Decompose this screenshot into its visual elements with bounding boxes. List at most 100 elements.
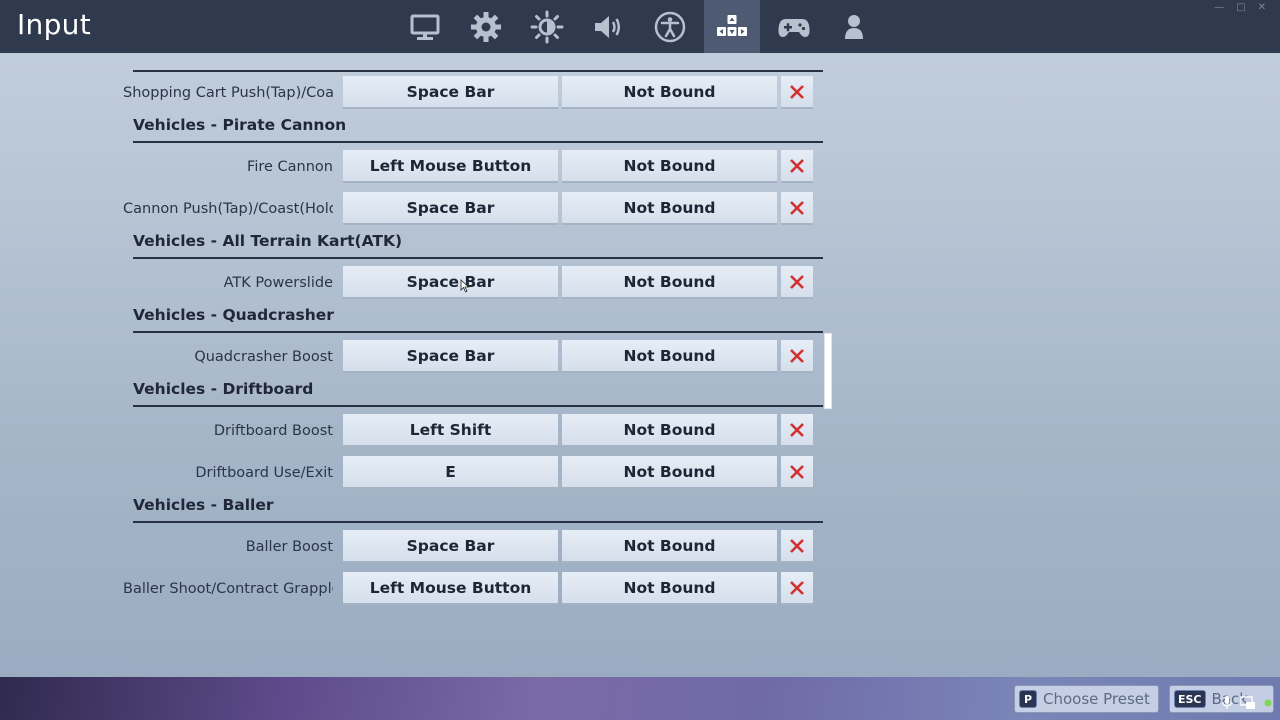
secondary-binding-button[interactable]: Not Bound [562,414,777,447]
tab-brightness[interactable] [519,0,575,53]
clear-binding-button[interactable] [781,340,813,373]
primary-binding-button[interactable]: Space Bar [343,266,558,299]
close-window-button[interactable]: ✕ [1258,2,1266,13]
binding-label: Driftboard Use/Exit [195,465,333,481]
close-icon [790,200,804,215]
secondary-binding-button[interactable]: Not Bound [562,76,777,109]
primary-binding-button[interactable]: Space Bar [343,340,558,373]
binding-label: Cannon Push(Tap)/Coast(Hold) [123,201,333,217]
tab-accessibility[interactable] [642,0,698,53]
binding-row: Fire Cannon Left Mouse Button Not Bound [0,150,1280,184]
overlay-icons [1222,696,1272,710]
close-icon [790,464,804,479]
window-controls: — □ ✕ [1214,2,1266,13]
primary-binding-button[interactable]: Space Bar [343,76,558,109]
gamepad-icon [778,18,810,37]
top-bar: Input — □ ✕ [0,0,1280,53]
minimize-button[interactable]: — [1214,2,1224,13]
clear-binding-button[interactable] [781,76,813,109]
monitor-icon [410,14,440,40]
section-header: Vehicles - Pirate Cannon [133,116,823,152]
binding-row: Baller Boost Space Bar Not Bound [0,530,1280,564]
binding-row: ATK Powerslide Space Bar Not Bound [0,266,1280,300]
gear-icon [471,11,501,42]
divider [133,405,823,407]
close-icon [790,158,804,173]
keyboard-keys-icon [717,14,747,36]
binding-label: Driftboard Boost [213,423,333,439]
divider [133,141,823,143]
secondary-binding-button[interactable]: Not Bound [562,530,777,563]
mouse-cursor-icon [460,279,470,293]
close-icon [790,348,804,363]
primary-binding-button[interactable]: Left Mouse Button [343,150,558,183]
accessibility-icon [654,11,686,42]
section-title: Vehicles - Quadcrasher [133,306,334,324]
section-title: Vehicles - Driftboard [133,380,314,398]
secondary-binding-button[interactable]: Not Bound [562,572,777,605]
binding-label: Fire Cannon [247,159,333,175]
section-header: Vehicles - Quadcrasher [133,306,823,342]
clear-binding-button[interactable] [781,192,813,225]
divider [133,257,823,259]
primary-binding-button[interactable]: Space Bar [343,192,558,225]
clear-binding-button[interactable] [781,266,813,299]
person-icon [845,14,863,39]
secondary-binding-button[interactable]: Not Bound [562,456,777,489]
section-header: Vehicles - Driftboard [133,380,823,416]
clear-binding-button[interactable] [781,414,813,447]
sun-icon [530,10,564,43]
binding-row: Quadcrasher Boost Space Bar Not Bound [0,340,1280,374]
tab-game[interactable] [458,0,514,53]
binding-row: Shopping Cart Push(Tap)/Coas Space Bar N… [0,76,1280,110]
primary-binding-button[interactable]: E [343,456,558,489]
divider [133,331,823,333]
binding-row: Baller Shoot/Contract Grapple Left Mouse… [0,572,1280,606]
primary-binding-button[interactable]: Space Bar [343,530,558,563]
binding-row: Driftboard Boost Left Shift Not Bound [0,414,1280,448]
choose-preset-label: Choose Preset [1043,690,1150,708]
secondary-binding-button[interactable]: Not Bound [562,150,777,183]
secondary-binding-button[interactable]: Not Bound [562,192,777,225]
close-icon [790,538,804,553]
binding-label: Baller Shoot/Contract Grapple [123,581,333,597]
close-icon [790,274,804,289]
secondary-binding-button[interactable]: Not Bound [562,340,777,373]
tab-controller[interactable] [766,0,822,53]
tab-input[interactable] [704,0,760,53]
secondary-binding-button[interactable]: Not Bound [562,266,777,299]
section-title: Vehicles - Pirate Cannon [133,116,347,134]
scrollbar-thumb[interactable] [824,333,832,409]
divider [133,521,823,523]
clear-binding-button[interactable] [781,530,813,563]
binding-label: Quadcrasher Boost [194,349,333,365]
microphone-icon [1222,696,1232,709]
tab-display[interactable] [397,0,453,53]
section-header: Vehicles - All Terrain Kart(ATK) [133,232,823,268]
divider [133,70,823,72]
screen-share-icon [1240,696,1255,709]
close-icon [790,580,804,595]
primary-binding-button[interactable]: Left Shift [343,414,558,447]
binding-row: Driftboard Use/Exit E Not Bound [0,456,1280,490]
binding-row: Cannon Push(Tap)/Coast(Hold) Space Bar N… [0,192,1280,226]
section-header: Vehicles - Baller [133,496,823,532]
close-icon [790,422,804,437]
primary-binding-button[interactable]: Left Mouse Button [343,572,558,605]
tab-audio[interactable] [580,0,636,53]
bottom-bar: P Choose Preset ESC Back [0,677,1280,720]
key-badge: P [1019,690,1037,708]
choose-preset-button[interactable]: P Choose Preset [1014,685,1159,713]
maximize-button[interactable]: □ [1236,2,1245,13]
section-title: Vehicles - Baller [133,496,274,514]
tab-account[interactable] [826,0,882,53]
clear-binding-button[interactable] [781,456,813,489]
binding-label: ATK Powerslide [223,275,333,291]
status-dot-icon [1264,699,1272,707]
clear-binding-button[interactable] [781,150,813,183]
binding-label: Baller Boost [245,539,333,555]
key-badge: ESC [1174,690,1206,708]
page-title: Input [17,8,92,41]
clear-binding-button[interactable] [781,572,813,605]
speaker-icon [595,15,620,38]
